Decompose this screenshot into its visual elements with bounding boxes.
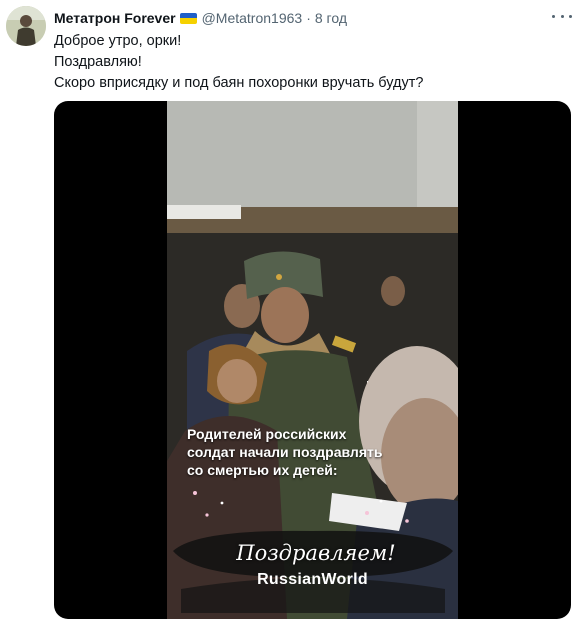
media-container[interactable]: Родителей российских солдат начали поздр… — [54, 101, 571, 619]
congratulations-banner: Поздравляем! — [236, 541, 396, 565]
caption-line: Родителей российских — [187, 426, 347, 442]
tweet-header: Метатрон Forever @Metatron1963 · 8 год — [54, 9, 347, 27]
caption-line: солдат начали поздравлять — [187, 444, 383, 460]
tweet-text-line: Доброе утро, орки! — [54, 33, 182, 49]
tweet-text-line: Поздравляю! — [54, 54, 142, 70]
timestamp[interactable]: 8 год — [315, 10, 347, 26]
tweet: Метатрон Forever @Metatron1963 · 8 год Д… — [0, 0, 580, 620]
tweet-text-line: Скоро вприсядку и под баян похоронки вру… — [54, 75, 424, 91]
avatar[interactable] — [6, 6, 46, 46]
video-frame[interactable]: Родителей российских солдат начали поздр… — [167, 101, 458, 619]
caption-line: со смертью их детей: — [187, 462, 338, 478]
more-horizontal-icon[interactable] — [552, 8, 572, 24]
video-caption: Родителей российских солдат начали поздр… — [187, 425, 382, 479]
tweet-text: Доброе утро, орки! Поздравляю! Скоро впр… — [54, 31, 423, 94]
display-name[interactable]: Метатрон Forever — [54, 10, 176, 26]
user-handle[interactable]: @Metatron1963 — [202, 10, 303, 26]
ukraine-flag-icon — [179, 12, 197, 24]
separator-dot: · — [306, 10, 311, 26]
brand-watermark: RussianWorld — [257, 571, 368, 588]
